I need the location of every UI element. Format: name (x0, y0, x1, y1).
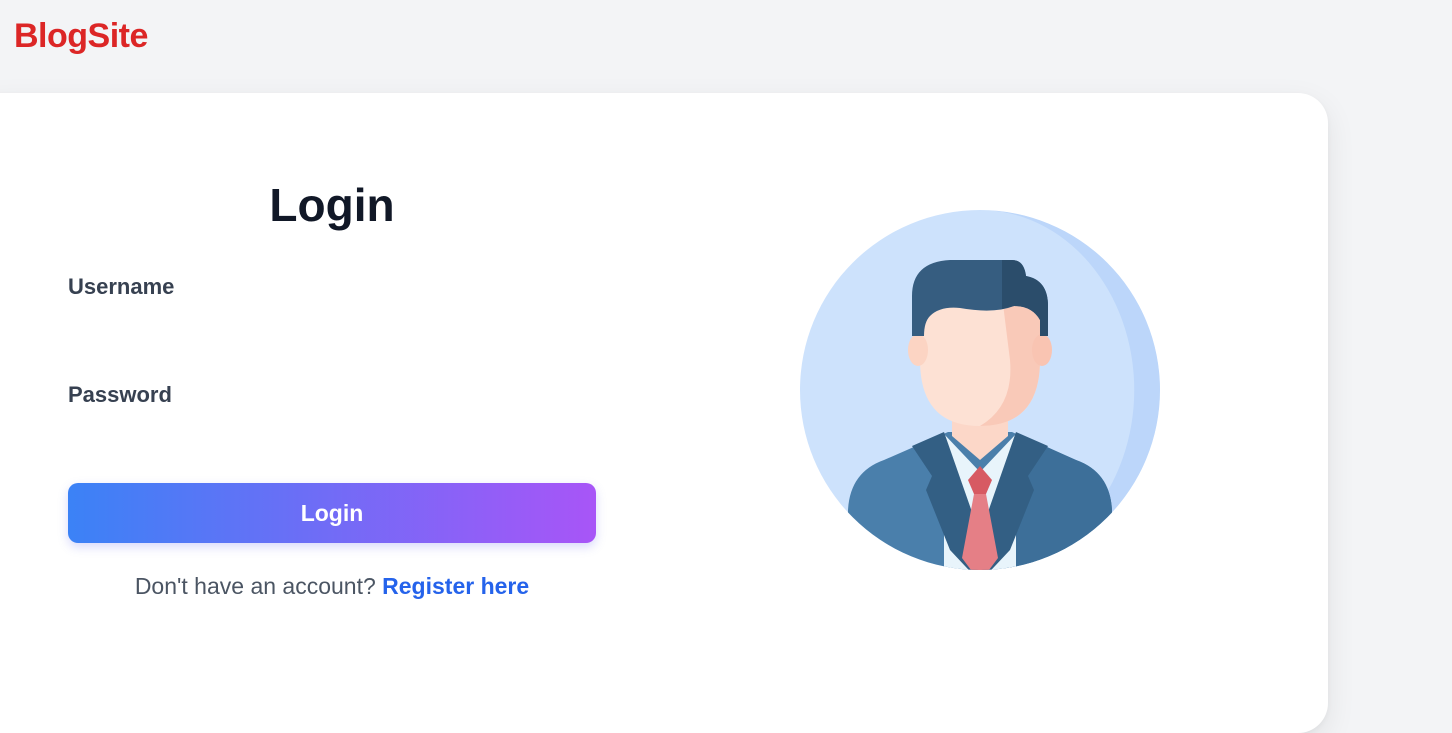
login-button[interactable]: Login (68, 483, 596, 543)
password-label: Password (68, 382, 172, 407)
register-prompt-text: Don't have an account? (134, 573, 376, 599)
password-input[interactable] (68, 415, 596, 455)
login-title: Login (269, 179, 395, 231)
username-input[interactable] (68, 307, 596, 347)
user-avatar-icon (800, 210, 1160, 570)
username-label: Username (68, 274, 175, 299)
login-card: Login Username Password Login Don't have… (0, 93, 1328, 733)
site-logo[interactable]: BlogSite (14, 14, 148, 58)
register-link[interactable]: Register here (382, 573, 529, 599)
register-prompt: Don't have an account? Register here (68, 571, 596, 601)
